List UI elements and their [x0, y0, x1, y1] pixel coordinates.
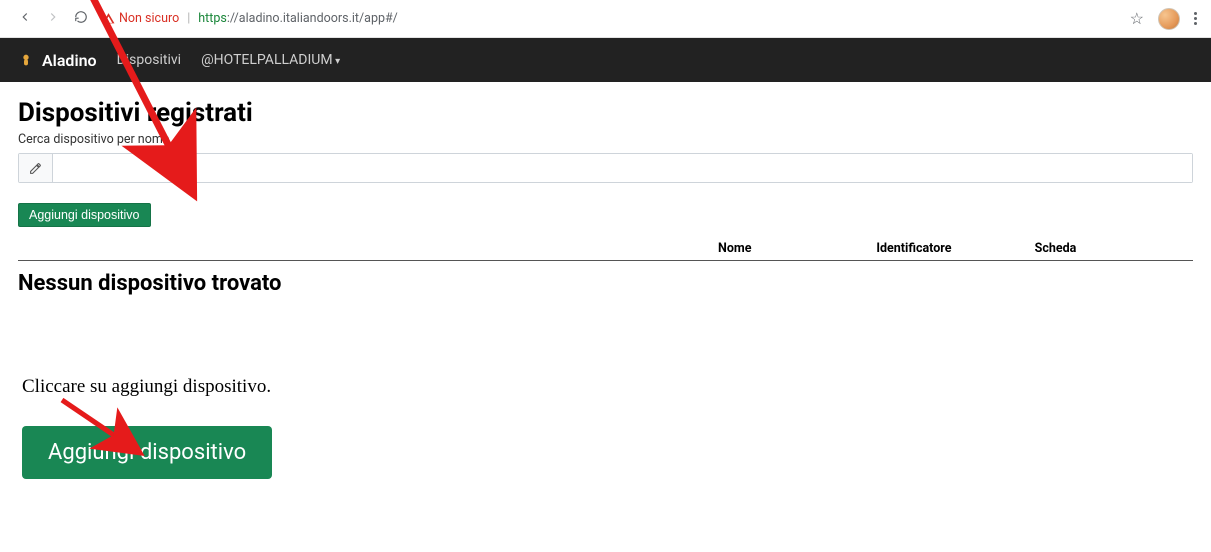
address-bar[interactable]: Non sicuro | https://aladino.italiandoor…: [102, 11, 1130, 26]
col-nome: Nome: [718, 241, 876, 256]
warning-icon: [102, 12, 115, 25]
edit-icon[interactable]: [19, 154, 53, 182]
search-input[interactable]: [53, 154, 1192, 182]
page-title: Dispositivi registrati: [18, 98, 1193, 128]
nav-link-account[interactable]: @HOTELPALLADIUM: [201, 52, 340, 68]
back-icon[interactable]: [18, 10, 32, 28]
col-scheda: Scheda: [1035, 241, 1193, 256]
main-content: Dispositivi registrati Cerca dispositivo…: [0, 82, 1211, 479]
brand[interactable]: Aladino: [18, 51, 97, 70]
app-navbar: Aladino Dispositivi @HOTELPALLADIUM: [0, 38, 1211, 82]
browser-nav-buttons: [18, 10, 88, 28]
instruction-block: Cliccare su aggiungi dispositivo. Aggiun…: [18, 376, 1193, 479]
device-table-header: Nome Identificatore Scheda: [18, 241, 1193, 261]
security-label: Non sicuro: [119, 11, 179, 26]
url-text: https://aladino.italiandoors.it/app#/: [198, 11, 398, 26]
instruction-text: Cliccare su aggiungi dispositivo.: [22, 376, 1189, 398]
search-label: Cerca dispositivo per nome: [18, 132, 1193, 147]
bookmark-star-icon[interactable]: ☆: [1130, 9, 1144, 28]
browser-toolbar: Non sicuro | https://aladino.italiandoor…: [0, 0, 1211, 38]
search-input-group: [18, 153, 1193, 183]
browser-menu-icon[interactable]: [1194, 12, 1197, 25]
brand-name: Aladino: [42, 51, 97, 70]
add-device-big-button[interactable]: Aggiungi dispositivo: [22, 426, 272, 479]
browser-actions: ☆: [1130, 8, 1197, 30]
profile-avatar[interactable]: [1158, 8, 1180, 30]
reload-icon[interactable]: [74, 10, 88, 28]
empty-state-message: Nessun dispositivo trovato: [18, 271, 1193, 296]
col-identificatore: Identificatore: [876, 241, 1034, 256]
brand-logo-icon: [18, 52, 34, 68]
forward-icon[interactable]: [46, 10, 60, 28]
url-separator: |: [187, 11, 190, 26]
nav-link-devices[interactable]: Dispositivi: [117, 52, 181, 68]
security-warning: Non sicuro: [102, 11, 179, 26]
add-device-button[interactable]: Aggiungi dispositivo: [18, 203, 151, 227]
